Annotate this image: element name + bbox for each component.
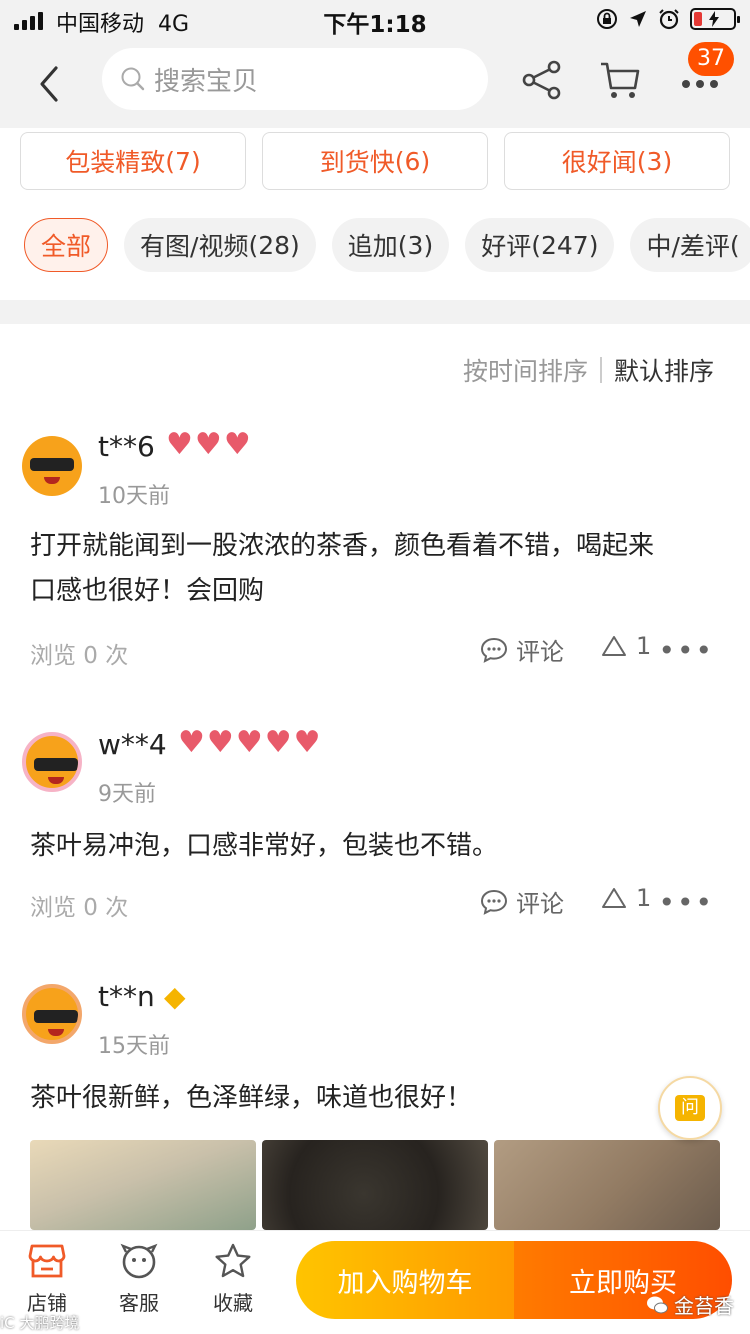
- search-icon: [121, 67, 145, 91]
- filter-append[interactable]: 追加 (3): [331, 218, 450, 272]
- avatar[interactable]: [22, 436, 82, 496]
- filter-neutral-negative[interactable]: 中/差评(: [630, 218, 750, 272]
- review-filter-bar: 全部 有图/视频 (28) 追加 (3) 好评 (247) 中/差评(: [24, 218, 750, 272]
- avatar[interactable]: [22, 984, 82, 1044]
- status-bar: 中国移动 4G 下午1:18: [0, 0, 750, 40]
- filter-positive[interactable]: 好评 (247): [465, 218, 615, 272]
- heart-icon: ♥: [293, 725, 321, 760]
- review-text: 茶叶很新鲜，色泽鲜绿，味道也很好！: [30, 1083, 473, 1113]
- reviewer-name: t**6: [98, 430, 155, 463]
- customer-service-icon: [120, 1243, 158, 1279]
- review-photo[interactable]: [262, 1140, 488, 1230]
- review-footer: 浏览 0 次 评论 1 •••: [30, 632, 714, 669]
- review-time: 10天前: [98, 484, 170, 509]
- avatar[interactable]: [22, 732, 82, 792]
- alarm-icon: [659, 9, 679, 30]
- search-input[interactable]: 搜索宝贝: [102, 48, 488, 110]
- ask-icon: 问: [675, 1095, 705, 1121]
- more-options-button[interactable]: •••: [658, 886, 714, 919]
- like-triangle-icon: [602, 636, 626, 656]
- filter-all[interactable]: 全部: [24, 218, 109, 272]
- review-photos: [30, 1140, 720, 1230]
- diamond-level-icon: ◆: [164, 980, 186, 1013]
- favorite-tab[interactable]: 收藏: [198, 1243, 268, 1316]
- keyword-tag[interactable]: 到货快 (6): [262, 132, 488, 190]
- section-divider: [0, 300, 750, 324]
- add-to-cart-button[interactable]: 加入购物车: [296, 1241, 514, 1319]
- view-count: 浏览 0 次: [30, 643, 129, 669]
- battery-icon: [690, 8, 740, 30]
- user-level-hearts: ♥ ♥ ♥ ♥ ♥: [178, 728, 321, 758]
- sort-default[interactable]: 默认排序: [614, 352, 714, 388]
- review-photo[interactable]: [30, 1140, 256, 1230]
- heart-icon: ♥: [235, 725, 263, 760]
- message-count-badge: 37: [688, 42, 734, 76]
- more-options-button[interactable]: •••: [658, 634, 714, 667]
- review-photo[interactable]: [494, 1140, 720, 1230]
- comment-icon: [480, 637, 508, 663]
- wechat-icon: [647, 1296, 668, 1313]
- watermark-right: 金苔香: [646, 1290, 734, 1319]
- search-placeholder: 搜索宝贝: [154, 66, 259, 97]
- heart-icon: ♥: [223, 427, 251, 462]
- reviewer-name: w**4: [98, 728, 167, 761]
- filter-media[interactable]: 有图/视频 (28): [124, 218, 316, 272]
- reviewer-name: t**n: [98, 980, 155, 1013]
- store-tab[interactable]: 店铺: [12, 1243, 82, 1316]
- review-footer: 浏览 0 次 评论 1 •••: [30, 884, 714, 921]
- comment-button[interactable]: 评论: [480, 884, 564, 919]
- sort-separator: [599, 357, 602, 383]
- share-icon[interactable]: [520, 58, 564, 102]
- review-time: 15天前: [98, 1034, 170, 1059]
- like-button[interactable]: 1: [600, 884, 651, 912]
- sort-options: 按时间排序 默认排序: [463, 352, 714, 388]
- bottom-action-bar: 店铺 客服 收藏 加入购物车 立即购买: [0, 1230, 750, 1334]
- review-text: 茶叶易冲泡，口感非常好，包装也不错。: [30, 831, 499, 861]
- ask-question-button[interactable]: 问: [658, 1076, 722, 1140]
- comment-button[interactable]: 评论: [480, 632, 564, 667]
- keyword-tag[interactable]: 包装精致 (7): [20, 132, 246, 190]
- rotation-lock-icon: [597, 9, 617, 29]
- heart-icon: ♥: [264, 725, 292, 760]
- star-icon: [215, 1243, 251, 1278]
- heart-icon: ♥: [178, 725, 205, 760]
- review-time: 9天前: [98, 782, 156, 807]
- view-count: 浏览 0 次: [30, 895, 129, 921]
- review-text: 打开就能闻到一股浓浓的茶香，颜色看着不错，喝起来 口感也很好！会回购: [30, 531, 655, 606]
- cart-icon[interactable]: [598, 58, 642, 102]
- user-level-hearts: ♥ ♥ ♥: [166, 430, 251, 460]
- watermark-left: iC 大鹏跨境: [0, 1314, 80, 1332]
- heart-icon: ♥: [194, 427, 222, 462]
- sort-by-time[interactable]: 按时间排序: [463, 352, 588, 388]
- keyword-tag[interactable]: 很好闻 (3): [504, 132, 730, 190]
- store-icon: [28, 1244, 66, 1278]
- like-triangle-icon: [602, 888, 626, 908]
- comment-icon: [480, 889, 508, 915]
- top-nav-bar: 搜索宝贝 37: [0, 40, 750, 128]
- like-button[interactable]: 1: [600, 632, 651, 660]
- review-tags-section: 包装精致 (7) 到货快 (6) 很好闻 (3) 全部 有图/视频 (28) 追加 (3)…: [0, 128, 750, 300]
- service-tab[interactable]: 客服: [104, 1243, 174, 1316]
- heart-icon: ♥: [206, 725, 234, 760]
- heart-icon: ♥: [166, 427, 193, 462]
- location-icon: [630, 11, 646, 27]
- back-arrow-icon[interactable]: [32, 62, 72, 106]
